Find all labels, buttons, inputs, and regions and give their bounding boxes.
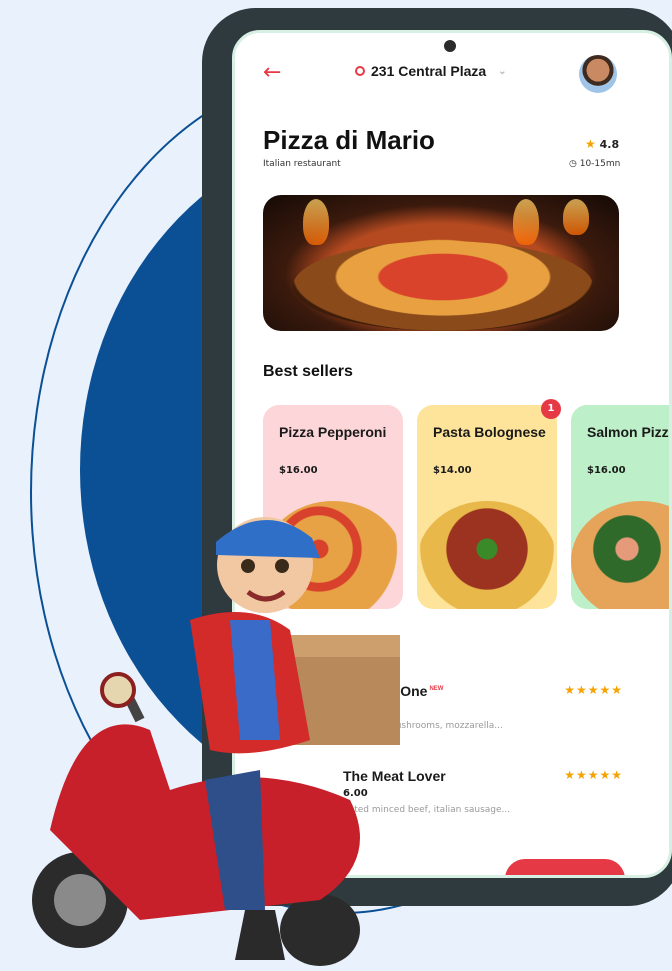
rating-stars: ★★★★★ bbox=[564, 768, 623, 782]
flame-shape bbox=[303, 199, 329, 245]
location-pin-icon bbox=[355, 66, 365, 76]
avatar[interactable] bbox=[579, 55, 617, 93]
pizza-shape bbox=[293, 241, 593, 331]
card-name: Pasta Bolognese bbox=[433, 424, 546, 440]
card-price: $14.00 bbox=[433, 465, 472, 476]
restaurant-name: Pizza di Mario bbox=[263, 125, 435, 155]
courier-eye bbox=[275, 559, 289, 573]
section-title-best-sellers: Best sellers bbox=[263, 363, 353, 380]
delivery-time: ◷ 10-15mn bbox=[569, 159, 620, 169]
scooter-rear-wheel bbox=[280, 894, 360, 966]
best-seller-card[interactable]: Salmon Pizza $16.00 bbox=[571, 405, 672, 609]
delivery-box-lid bbox=[285, 635, 400, 657]
flame-shape bbox=[563, 199, 589, 235]
courier-eye bbox=[241, 559, 255, 573]
courier-cap bbox=[216, 519, 320, 558]
marketing-scene: ← 231 Central Plaza ⌄ Pizza di Mario Ita… bbox=[0, 0, 672, 971]
courier-shoe bbox=[235, 910, 285, 960]
camera-notch bbox=[444, 40, 456, 52]
restaurant-rating: ★ 4.8 bbox=[585, 137, 619, 151]
hero-pizza-image bbox=[263, 195, 619, 331]
add-to-cart-button[interactable] bbox=[505, 859, 625, 875]
back-arrow-icon[interactable]: ← bbox=[263, 61, 281, 85]
cart-count-badge: 1 bbox=[541, 399, 561, 419]
delivery-time-value: 10-15mn bbox=[579, 159, 621, 169]
rating-value: 4.8 bbox=[599, 138, 620, 151]
menu-item-description: ni, mushrooms, mozzarella... bbox=[373, 721, 503, 731]
location-label: 231 Central Plaza bbox=[371, 63, 487, 79]
flame-shape bbox=[513, 199, 539, 245]
best-seller-card[interactable]: Pasta Bolognese $14.00 bbox=[417, 405, 557, 609]
delivery-courier-illustration bbox=[32, 517, 400, 966]
pasta-image bbox=[417, 501, 557, 609]
rating-stars: ★★★★★ bbox=[564, 683, 623, 697]
top-bar: ← 231 Central Plaza ⌄ bbox=[235, 55, 669, 95]
chevron-down-icon: ⌄ bbox=[498, 65, 507, 77]
scooter-headlight bbox=[100, 672, 136, 708]
restaurant-category: Italian restaurant bbox=[263, 159, 341, 169]
clock-icon: ◷ bbox=[569, 159, 577, 169]
new-badge: NEW bbox=[429, 686, 444, 693]
location-selector[interactable]: 231 Central Plaza ⌄ bbox=[355, 63, 507, 79]
salmon-pizza-image bbox=[571, 501, 669, 609]
card-price: $16.00 bbox=[587, 465, 626, 476]
star-icon: ★ bbox=[585, 137, 596, 151]
scooter-front-hub bbox=[54, 874, 106, 926]
card-name: Salmon Pizza bbox=[587, 424, 672, 440]
card-price: $16.00 bbox=[279, 465, 318, 476]
card-name: Pizza Pepperoni bbox=[279, 424, 387, 440]
